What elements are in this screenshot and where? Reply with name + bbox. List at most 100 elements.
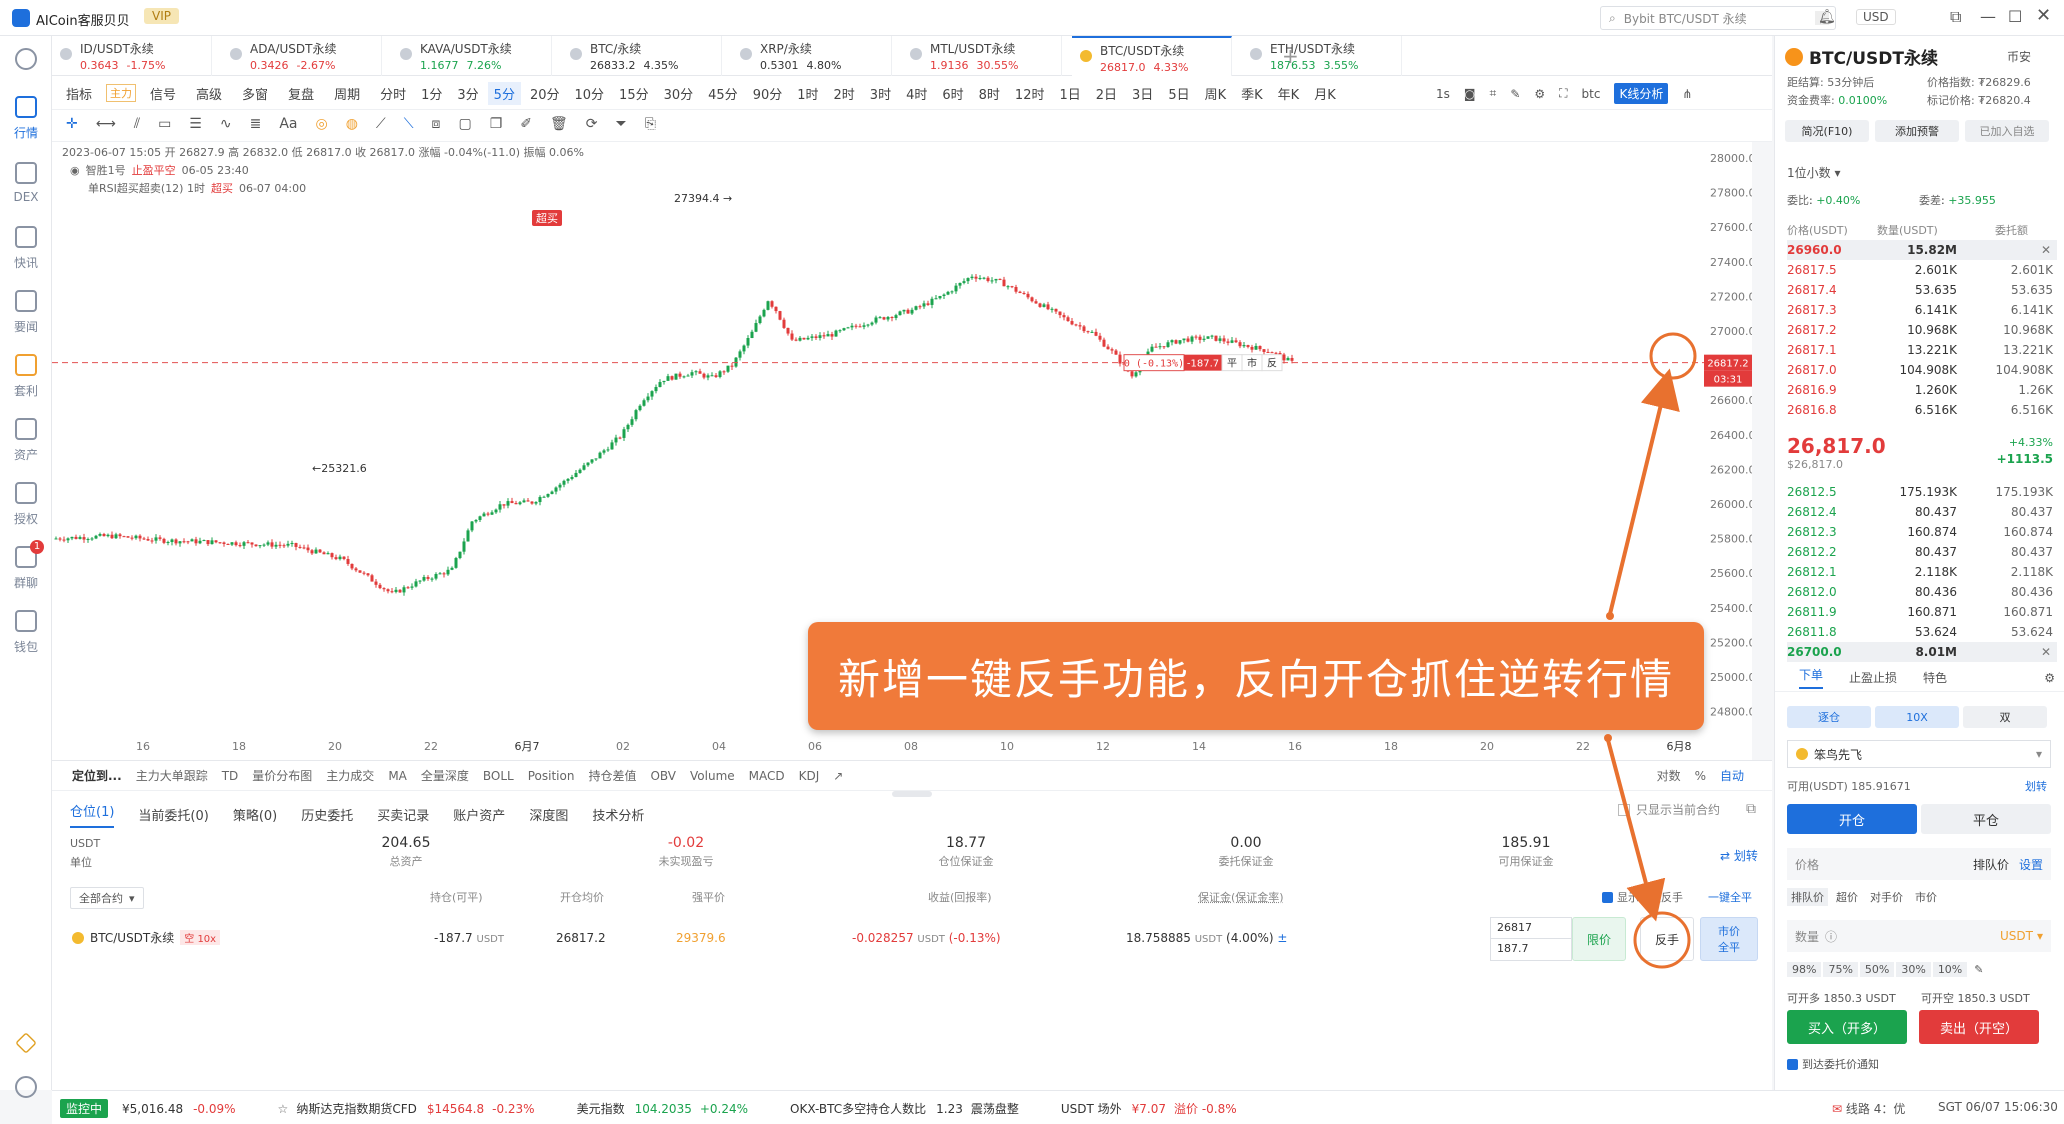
tab-order[interactable]: 下单	[1799, 666, 1823, 689]
orderbook-row[interactable]: 26816.9 1.260K 1.26K	[1787, 380, 2057, 400]
indicator-0[interactable]: 定位到...	[72, 767, 122, 784]
scale-0[interactable]: 对数	[1657, 767, 1681, 784]
orderbook-row[interactable]: 26817.1 13.221K 13.221K	[1787, 340, 2057, 360]
indicator-6[interactable]: 全量深度	[421, 767, 469, 784]
gann-icon[interactable]: ≣	[250, 116, 262, 132]
toolbar-item-25[interactable]: 2日	[1090, 82, 1123, 105]
share-icon[interactable]: ⋔	[1682, 87, 1692, 101]
tab-1[interactable]: ADA/USDT永续 0.3426 -2.67%	[222, 36, 382, 76]
restore-icon[interactable]: ⧉	[1950, 7, 1961, 27]
indicator-4[interactable]: 主力成交	[326, 767, 374, 784]
close-price-input[interactable]: 26817	[1491, 918, 1571, 939]
limit-close-button[interactable]: 限价	[1572, 917, 1626, 961]
notify-toggle[interactable]: 到达委托价通知	[1787, 1056, 1879, 1072]
toolbar-item-18[interactable]: 2时	[828, 82, 861, 105]
tick-1s[interactable]: 1s	[1436, 87, 1450, 101]
indicator-8[interactable]: Position	[528, 769, 575, 783]
bottom-tab-2[interactable]: 策略(0)	[233, 805, 277, 824]
toolbar-item-2[interactable]: 信号	[144, 82, 182, 105]
toolbar-item-27[interactable]: 5日	[1162, 82, 1195, 105]
indicator-1[interactable]: 主力大单跟踪	[136, 767, 208, 784]
rail-dex[interactable]: DEX	[0, 162, 52, 204]
favorite-button[interactable]: 已加入自选	[1965, 120, 2049, 142]
position-row[interactable]: BTC/USDT永续 空 10x	[72, 929, 220, 946]
orderbook-row[interactable]: 26812.3 160.874 160.874	[1787, 522, 2057, 542]
text-icon[interactable]: Aa	[279, 116, 297, 132]
toolbar-item-11[interactable]: 20分	[524, 82, 566, 105]
rail-arbitrage[interactable]: 套利	[0, 354, 52, 399]
gear-icon[interactable]: ⚙	[2044, 671, 2055, 685]
tab-2[interactable]: KAVA/USDT永续 1.1677 7.26%	[392, 36, 552, 76]
transfer-link[interactable]: ⇄ 划转	[1720, 847, 1758, 864]
bottom-tab-3[interactable]: 历史委托	[301, 805, 353, 824]
checkbox[interactable]	[1618, 804, 1630, 816]
search-box[interactable]: ⌕ Bybit BTC/USDT 永续 /	[1600, 6, 1836, 30]
exchange-select[interactable]: 币安	[2007, 48, 2031, 65]
indicator-5[interactable]: MA	[388, 769, 407, 783]
toolbar-item-12[interactable]: 10分	[569, 82, 611, 105]
orderbook-row[interactable]: 26812.2 80.437 80.437	[1787, 542, 2057, 562]
toolbar-item-17[interactable]: 1时	[791, 82, 824, 105]
contract-filter[interactable]: 全部合约 ▾	[70, 887, 144, 909]
indicator-7[interactable]: BOLL	[483, 769, 514, 783]
rail-assets[interactable]: 资产	[0, 418, 52, 463]
bell-icon[interactable]: 🔔︎	[1818, 9, 1836, 25]
crop-icon[interactable]: ⌗	[1490, 86, 1497, 101]
measure-icon[interactable]: ⟍	[404, 116, 414, 132]
status-item-0[interactable]: ¥5,016.48 -0.09%	[122, 1102, 236, 1116]
status-item-4[interactable]: USDT 场外 ¥7.07 溢价 -0.8%	[1061, 1100, 1237, 1117]
indicator-12[interactable]: MACD	[749, 769, 785, 783]
bottom-tab-6[interactable]: 深度图	[529, 805, 568, 824]
gear-icon[interactable]: ⚙	[1534, 87, 1545, 101]
toolbar-item-3[interactable]: 高级	[190, 82, 228, 105]
tab-7[interactable]: ETH/USDT永续 1876.53 3.55%	[1242, 36, 1402, 76]
resize-handle[interactable]	[892, 791, 932, 797]
toolbar-item-30[interactable]: 年K	[1272, 82, 1306, 105]
status-item-1[interactable]: ☆ 纳斯达克指数期货CFD $14564.8 -0.23%	[278, 1100, 535, 1117]
market-close-button[interactable]: 市价 全平	[1700, 917, 1758, 961]
fullscreen-icon[interactable]: ⛶	[1559, 86, 1567, 101]
toolbar-item-24[interactable]: 1日	[1053, 82, 1086, 105]
toolbar-item-6[interactable]: 周期	[328, 82, 366, 105]
toolbar-item-9[interactable]: 3分	[451, 82, 484, 105]
currency-select[interactable]: USD	[1856, 9, 1896, 25]
toolbar-item-31[interactable]: 月K	[1308, 82, 1342, 105]
route-label[interactable]: ✉ 线路 4：优	[1832, 1100, 1905, 1117]
hide-icon[interactable]: ▢	[458, 116, 471, 132]
scale-2[interactable]: 自动	[1720, 767, 1744, 784]
layer-icon[interactable]: ⟳	[586, 116, 598, 132]
bottom-tab-7[interactable]: 技术分析	[592, 805, 644, 824]
toolbar-item-0[interactable]: 指标	[60, 82, 98, 105]
orderbook-row[interactable]: 26817.2 10.968K 10.968K	[1787, 320, 2057, 340]
orderbook-row[interactable]: 26817.4 53.635 53.635	[1787, 280, 2057, 300]
toolbar-item-19[interactable]: 3时	[864, 82, 897, 105]
scale-1[interactable]: %	[1695, 769, 1706, 783]
rail-purse[interactable]: 钱包	[0, 610, 52, 655]
toolbar-item-22[interactable]: 8时	[973, 82, 1006, 105]
close-qty-input[interactable]: 187.7	[1491, 939, 1571, 958]
adjust-margin-icon[interactable]: ±	[1277, 931, 1287, 945]
toolbar-item-14[interactable]: 30分	[658, 82, 700, 105]
indicator-11[interactable]: Volume	[690, 769, 735, 783]
trend-icon[interactable]: ⫽	[134, 116, 140, 132]
lock-icon[interactable]: ⧈	[432, 116, 441, 132]
orderbook-row[interactable]: 26812.5 175.193K 175.193K	[1787, 482, 2057, 502]
qty-field[interactable]: 数量 ⓘ USDT ▾	[1787, 920, 2051, 952]
toolbar-item-28[interactable]: 周K	[1199, 82, 1233, 105]
isolated-button[interactable]: 逐仓	[1787, 706, 1871, 728]
minimize-icon[interactable]: —	[1980, 7, 1996, 26]
orderbook-row[interactable]: 26811.8 53.624 53.624	[1787, 622, 2057, 642]
toolbar-item-5[interactable]: 复盘	[282, 82, 320, 105]
only-current-toggle[interactable]: 只显示当前合约	[1618, 801, 1720, 818]
status-item-2[interactable]: 美元指数 104.2035 +0.24%	[577, 1100, 748, 1117]
rail-auth[interactable]: 授权	[0, 482, 52, 527]
toolbar-item-8[interactable]: 1分	[415, 82, 448, 105]
toolbar-item-15[interactable]: 45分	[702, 82, 744, 105]
rail-globe[interactable]	[0, 48, 52, 76]
checkbox-checked[interactable]	[1602, 892, 1613, 903]
toolbar-item-1[interactable]: 主力	[106, 84, 136, 102]
ruler-icon[interactable]: ⟋	[376, 116, 386, 132]
edit-icon[interactable]: ✐	[520, 116, 532, 132]
rail-settings[interactable]	[0, 1076, 52, 1104]
toolbar-item-4[interactable]: 多窗	[236, 82, 274, 105]
